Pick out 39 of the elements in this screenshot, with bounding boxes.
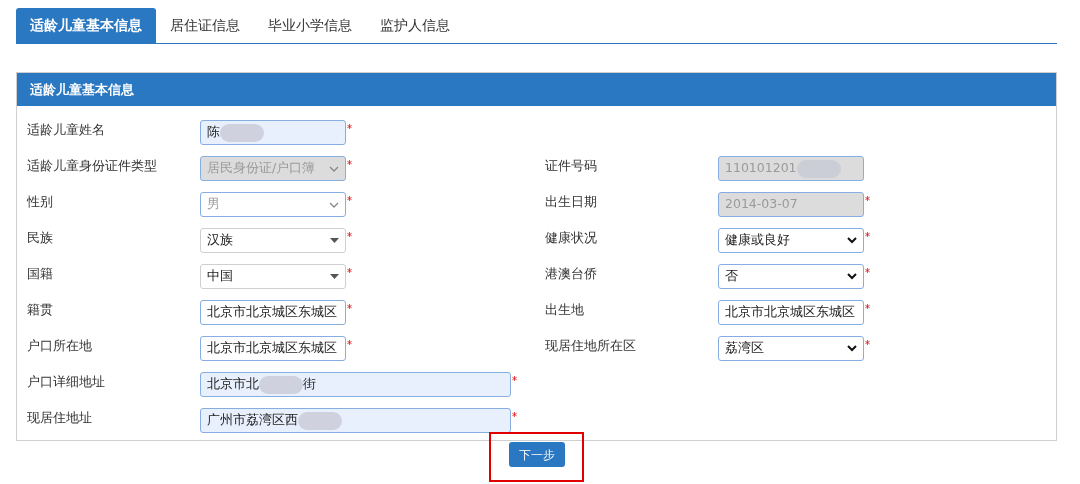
- chevron-down-icon: [329, 201, 339, 208]
- dropdown-field[interactable]: 荔湾区: [718, 336, 864, 361]
- field-label: 户口所在地: [27, 337, 93, 355]
- field-label: 证件号码: [545, 157, 598, 175]
- dropdown-field[interactable]: 健康或良好: [718, 228, 864, 253]
- field-label: 健康状况: [545, 229, 598, 247]
- input-field[interactable]: 陈: [200, 120, 346, 145]
- chevron-down-icon: [847, 237, 857, 244]
- field-label: 现居住地所在区: [545, 337, 637, 355]
- chevron-down-icon: [847, 273, 857, 280]
- tab[interactable]: 适龄儿童基本信息: [16, 8, 156, 43]
- field-label: 出生地: [545, 301, 585, 319]
- input-field[interactable]: 广州市荔湾区西: [200, 408, 511, 433]
- field-label: 适龄儿童身份证件类型: [27, 157, 158, 175]
- field-label: 籍贯: [27, 301, 54, 319]
- dropdown-field[interactable]: 否: [718, 264, 864, 289]
- panel-title: 适龄儿童基本信息: [30, 80, 134, 99]
- chevron-down-icon: [847, 345, 857, 352]
- field-label: 民族: [27, 229, 54, 247]
- dropdown-field[interactable]: 汉族: [200, 228, 346, 253]
- tab[interactable]: 毕业小学信息: [254, 8, 366, 43]
- field-label: 现居住地址: [27, 409, 93, 427]
- caret-down-icon: [330, 238, 339, 243]
- input-field[interactable]: 北京市北京城区东城区: [200, 336, 346, 361]
- field-label: 户口详细地址: [27, 373, 106, 391]
- input-field[interactable]: 北京市北京城区东城区: [718, 300, 864, 325]
- field-label: 港澳台侨: [545, 265, 598, 283]
- chevron-down-icon: [329, 165, 339, 172]
- dropdown-field[interactable]: 中国: [200, 264, 346, 289]
- field-label: 出生日期: [545, 193, 598, 211]
- field-label: 性别: [27, 193, 54, 211]
- input-field[interactable]: 北京市北京城区东城区: [200, 300, 346, 325]
- next-button[interactable]: 下一步: [508, 442, 565, 467]
- field-label: 适龄儿童姓名: [27, 121, 106, 139]
- input-field[interactable]: 北京市北 街: [200, 372, 511, 397]
- tab[interactable]: 居住证信息: [156, 8, 254, 43]
- caret-down-icon: [330, 274, 339, 279]
- tab[interactable]: 监护人信息: [366, 8, 464, 43]
- field-label: 国籍: [27, 265, 54, 283]
